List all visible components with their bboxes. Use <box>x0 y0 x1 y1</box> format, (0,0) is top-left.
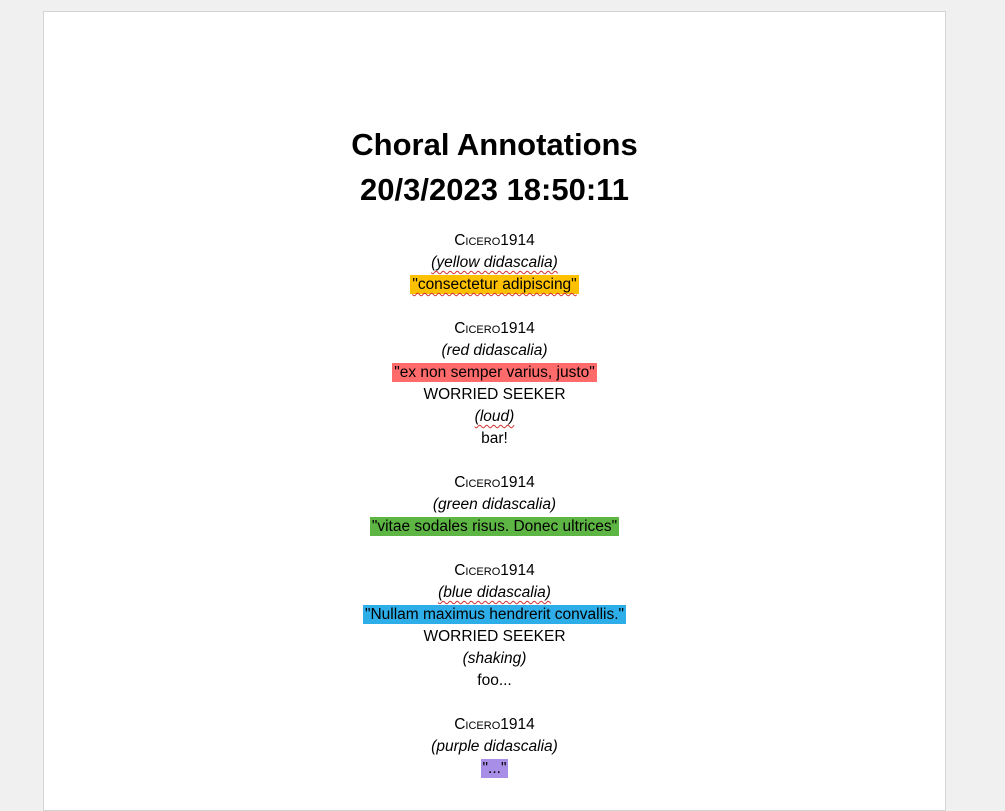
direction-text: (loud) <box>474 408 515 425</box>
entry-direction: (blue didascalia) <box>44 582 945 604</box>
entry-direction: (green didascalia) <box>432 496 557 513</box>
entry-speaker: Cicero1914 <box>454 562 535 579</box>
entry-speaker: Cicero1914 <box>454 474 535 491</box>
entry-quote-line: "ex non semper varius, justo" <box>44 362 945 384</box>
reply-text: bar! <box>481 430 508 447</box>
entry-quote-line: "Nullam maximus hendrerit convallis." <box>44 604 945 626</box>
reply-text: foo... <box>477 672 512 689</box>
entry-quote-line: "..." <box>44 758 945 780</box>
highlighted-quote: "Nullam maximus hendrerit convallis." <box>362 605 627 624</box>
direction-text: (yellow didascalia) <box>431 254 558 271</box>
entry-quote-line: "consectetur adipiscing" <box>44 274 945 296</box>
highlighted-quote: "..." <box>480 759 509 778</box>
reply-speaker: WORRIED SEEKER <box>423 628 566 645</box>
reply-speaker: WORRIED SEEKER <box>423 386 566 403</box>
entry-speaker: Cicero1914 <box>454 320 535 337</box>
entry-speaker: Cicero1914 <box>454 232 535 249</box>
entry-quote-line: "vitae sodales risus. Donec ultrices" <box>44 516 945 538</box>
highlighted-quote: "ex non semper varius, justo" <box>392 363 597 382</box>
document-page: Choral Annotations 20/3/2023 18:50:11 Ci… <box>43 11 946 811</box>
document-title: Choral Annotations 20/3/2023 18:50:11 <box>44 122 945 212</box>
entry-direction: (purple didascalia) <box>431 738 558 755</box>
reply-direction: (loud) <box>44 406 945 428</box>
entry-direction: (yellow didascalia) <box>44 252 945 274</box>
reply-direction: (shaking) <box>462 650 527 667</box>
entry-direction: (red didascalia) <box>441 342 548 359</box>
direction-text: (blue didascalia) <box>438 584 551 601</box>
annotations-body: Cicero1914 (yellow didascalia) "consecte… <box>44 230 945 780</box>
title-line-1: Choral Annotations <box>351 127 638 162</box>
highlighted-quote: "consectetur adipiscing" <box>410 275 579 294</box>
highlighted-quote: "vitae sodales risus. Donec ultrices" <box>369 517 620 536</box>
title-line-2: 20/3/2023 18:50:11 <box>360 172 629 207</box>
entry-speaker: Cicero1914 <box>454 716 535 733</box>
